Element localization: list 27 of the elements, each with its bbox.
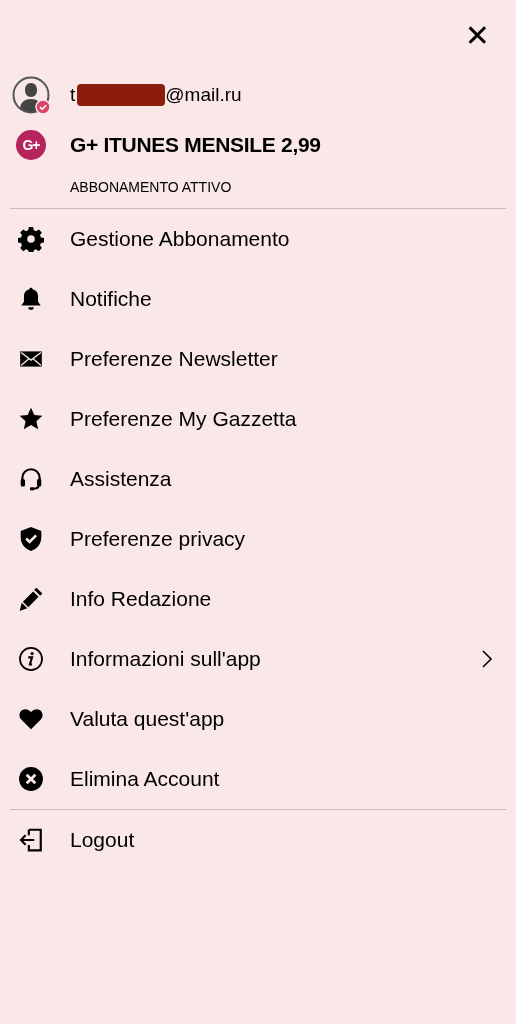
star-icon (18, 406, 44, 432)
bell-icon (18, 286, 44, 312)
menu-item[interactable]: Elimina Account (0, 749, 516, 809)
menu-item[interactable]: Preferenze Newsletter (0, 329, 516, 389)
email-text: t (70, 84, 76, 106)
menu-item[interactable]: Valuta quest'app (0, 689, 516, 749)
plan-badge: G+ (16, 130, 46, 160)
info-icon (18, 646, 44, 672)
logout-icon (18, 827, 44, 853)
close-button[interactable]: ✕ (464, 20, 490, 52)
menu-item[interactable]: Preferenze My Gazzetta (0, 389, 516, 449)
menu-item[interactable]: Gestione Abbonamento (0, 209, 516, 269)
subscription-status: ABBONAMENTO ATTIVO (70, 178, 233, 197)
pen-icon (18, 586, 44, 612)
menu-item[interactable]: Notifiche (0, 269, 516, 329)
menu-item[interactable]: Informazioni sull'app (0, 629, 516, 689)
menu-item[interactable]: Assistenza (0, 449, 516, 509)
heart-icon (18, 706, 44, 732)
menu-item[interactable]: Preferenze privacy (0, 509, 516, 569)
headset-icon (18, 466, 44, 492)
shield-check-icon (18, 526, 44, 552)
email-text: @mail.ru (165, 84, 242, 106)
menu-item[interactable]: Info Redazione (0, 569, 516, 629)
plan-title: G+ ITUNES MENSILE 2,99 (70, 132, 322, 158)
close-circle-icon (18, 766, 44, 792)
settings-icon (18, 226, 44, 252)
menu-item[interactable]: Logout (0, 810, 516, 870)
